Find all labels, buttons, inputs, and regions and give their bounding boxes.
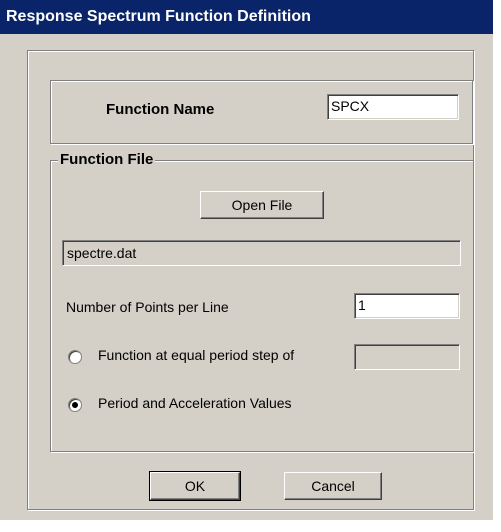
points-per-line-label: Number of Points per Line xyxy=(66,299,229,315)
cancel-button[interactable]: Cancel xyxy=(284,472,382,500)
equal-period-radio[interactable] xyxy=(68,350,82,364)
period-step-input[interactable] xyxy=(354,344,460,370)
dialog-window: Response Spectrum Function Definition Fu… xyxy=(0,0,493,520)
filename-field: spectre.dat xyxy=(62,240,461,266)
function-file-legend: Function File xyxy=(58,151,156,168)
open-file-button[interactable]: Open File xyxy=(200,191,324,219)
equal-period-label: Function at equal period step of xyxy=(98,347,295,363)
function-name-input[interactable]: SPCX xyxy=(327,94,459,120)
dialog-title: Response Spectrum Function Definition xyxy=(0,0,493,34)
ok-button[interactable]: OK xyxy=(149,471,241,501)
period-acceleration-radio[interactable] xyxy=(68,398,82,412)
period-acceleration-label: Period and Acceleration Values xyxy=(98,395,292,411)
function-name-label: Function Name xyxy=(106,101,215,118)
points-per-line-input[interactable]: 1 xyxy=(354,293,460,319)
